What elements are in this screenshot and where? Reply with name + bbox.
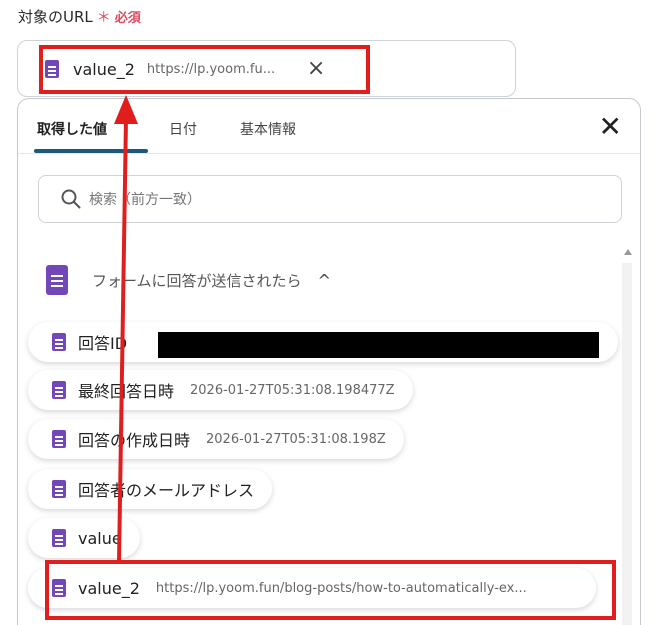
value-item-label: 回答者のメールアドレス [78,481,255,500]
value-item-value[interactable]: value [28,518,140,558]
highlight-box-top [39,45,370,94]
tab-bar: 取得した値 日付 基本情報 ✕ [18,99,640,154]
value-item-last-response-time[interactable]: 最終回答日時 2026-01-27T05:31:08.198477Z [28,370,413,410]
tab-date[interactable]: 日付 [169,119,197,139]
google-forms-icon [52,381,66,399]
value-item-label: 回答ID [78,334,128,353]
field-label: 対象のURL ＊必須 [18,6,141,27]
value-item-created-time[interactable]: 回答の作成日時 2026-01-27T05:31:08.198Z [28,419,404,459]
scroll-up-icon[interactable] [624,249,632,255]
value-item-value: 2026-01-27T05:31:08.198477Z [190,382,395,398]
field-label-text: 対象のURL [18,8,93,26]
tab-basic-info[interactable]: 基本情報 [240,119,296,139]
search-icon [61,189,81,209]
google-forms-icon [52,529,66,547]
google-forms-icon [52,333,66,351]
search-input[interactable]: 検索（前方一致） [38,175,622,223]
value-item-value: 2026-01-27T05:31:08.198Z [206,431,386,447]
close-icon[interactable]: ✕ [599,113,622,141]
required-asterisk-icon: ＊ [96,10,111,26]
highlight-box-bottom [45,560,616,620]
google-forms-icon [52,430,66,448]
section-title: フォームに回答が送信されたら [92,271,302,290]
value-item-label: value [78,528,122,548]
active-tab-indicator [34,149,148,153]
google-forms-icon [46,265,68,295]
value-item-label: 最終回答日時 [78,382,175,401]
value-item-respondent-email[interactable]: 回答者のメールアドレス [28,469,273,509]
tab-retrieved-values[interactable]: 取得した値 [37,119,107,139]
section-header[interactable]: フォームに回答が送信されたら ^ [46,265,331,295]
chevron-up-icon[interactable]: ^ [318,271,331,290]
scrollbar[interactable] [622,263,632,625]
value-item-label: 回答の作成日時 [78,431,191,450]
search-placeholder: 検索（前方一致） [89,192,201,208]
google-forms-icon [52,480,66,498]
required-text: 必須 [114,11,141,26]
redacted-value [158,332,599,358]
